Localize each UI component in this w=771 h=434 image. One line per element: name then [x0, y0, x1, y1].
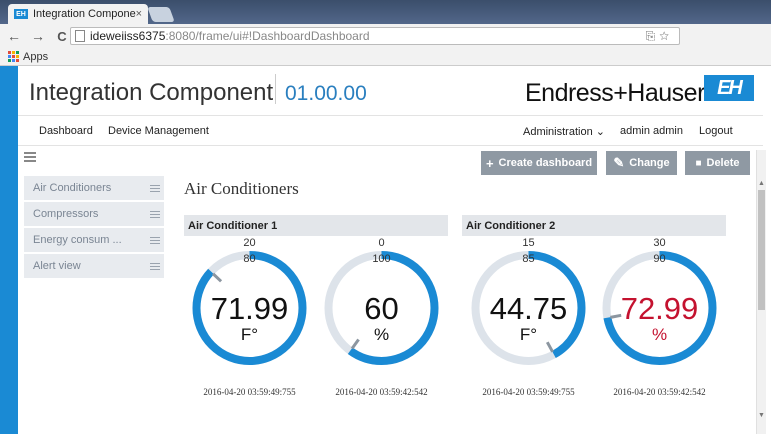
gauge-max: 100	[372, 253, 391, 265]
change-label: Change	[629, 157, 670, 169]
gauge-value: 60	[364, 291, 399, 326]
app-title: Integration Component	[29, 79, 274, 106]
menu-dashboard[interactable]: Dashboard	[39, 125, 93, 137]
apps-icon[interactable]	[8, 51, 19, 62]
delete-button[interactable]: ■ Delete	[685, 151, 750, 175]
new-tab-button[interactable]	[147, 7, 175, 22]
drag-handle-icon[interactable]	[150, 209, 160, 220]
gauge-min: 0	[378, 237, 385, 249]
create-dashboard-button[interactable]: + Create dashboard	[481, 151, 597, 175]
pencil-icon: ✎	[613, 155, 625, 170]
plus-icon: +	[485, 155, 494, 171]
close-icon[interactable]: ×	[136, 8, 142, 20]
sidebar-item-label: Alert view	[33, 260, 81, 272]
gauge-ac2-humidity: 30 90 72.99 % 2016-04-20 03:59:42:542	[601, 237, 718, 397]
scroll-down-icon[interactable]: ▼	[758, 412, 765, 419]
sidebar-item-alert-view[interactable]: Alert view	[24, 254, 164, 278]
gauge-unit: F°	[519, 325, 538, 344]
gauge-value: 72.99	[620, 291, 699, 326]
drag-handle-icon[interactable]	[150, 183, 160, 194]
gauge-marker	[212, 272, 223, 283]
gauge-min: 20	[243, 237, 256, 249]
gauge-unit: F°	[240, 325, 259, 344]
main-menu: Dashboard Device Management Administrati…	[18, 116, 763, 146]
back-icon[interactable]: ←	[4, 26, 24, 46]
menu-user[interactable]: admin admin	[620, 125, 683, 137]
drag-handle-icon[interactable]	[150, 235, 160, 246]
scrollbar[interactable]: ▲ ▼	[756, 150, 766, 434]
gauge-max: 85	[522, 253, 535, 265]
bookmark-apps[interactable]: Apps	[23, 51, 48, 63]
sidebar-item-air-conditioners[interactable]: Air Conditioners	[24, 176, 164, 200]
sidebar-item-label: Energy consum ...	[33, 234, 122, 246]
panel-title-ac1: Air Conditioner 1	[184, 215, 448, 236]
gauge-timestamp: 2016-04-20 03:59:42:542	[613, 387, 706, 397]
sidebar-item-label: Air Conditioners	[33, 182, 112, 194]
scroll-up-icon[interactable]: ▲	[758, 180, 765, 187]
url-host: ideweiiss6375	[90, 29, 166, 43]
page-title: Air Conditioners	[184, 179, 299, 198]
trash-icon: ■	[695, 157, 702, 169]
menu-device-management[interactable]: Device Management	[108, 125, 209, 137]
gauge-ac1-humidity: 0 100 60 % 2016-04-20 03:59:42:542	[323, 237, 440, 397]
brand-name: Endress+Hauser	[525, 79, 705, 107]
gauge-timestamp: 2016-04-20 03:59:42:542	[335, 387, 428, 397]
favicon-icon: EH	[14, 9, 28, 19]
header-divider	[275, 74, 276, 104]
sidebar: Air Conditioners Compressors Energy cons…	[24, 176, 164, 280]
url-path: :8080/frame/ui#!DashboardDashboard	[165, 29, 370, 43]
reload-icon[interactable]: C	[52, 26, 72, 46]
sidebar-item-energy-consumption[interactable]: Energy consum ...	[24, 228, 164, 252]
hamburger-icon[interactable]	[24, 152, 36, 164]
gauge-ac1-temperature: 20 80 71.99 F° 2016-04-20 03:59:49:755	[191, 237, 308, 397]
gauge-timestamp: 2016-04-20 03:59:49:755	[203, 387, 296, 397]
gauge-min: 15	[522, 237, 535, 249]
app-header: Integration Component 01.00.00 Endress+H…	[18, 66, 763, 116]
bookmark-star-icon[interactable]: ⎘☆	[646, 29, 673, 44]
change-button[interactable]: ✎ Change	[606, 151, 677, 175]
gauge-ac2-temperature: 15 85 44.75 F° 2016-04-20 03:59:49:755	[470, 237, 587, 397]
page-icon	[75, 30, 85, 42]
sidebar-item-label: Compressors	[33, 208, 99, 220]
browser-toolbar: ← → C ideweiiss6375:8080/frame/ui#!Dashb…	[0, 24, 771, 48]
sidebar-item-compressors[interactable]: Compressors	[24, 202, 164, 226]
accent-bar	[0, 66, 18, 434]
gauge-max: 80	[243, 253, 256, 265]
browser-chrome: EH Integration Component × ← → C ideweii…	[0, 0, 771, 66]
tab-title: Integration Component	[33, 8, 136, 20]
app-version: 01.00.00	[285, 82, 367, 105]
gauge-unit: %	[373, 325, 390, 344]
gauge-min: 30	[653, 237, 666, 249]
gauge-max: 90	[653, 253, 666, 265]
gauge-timestamp: 2016-04-20 03:59:49:755	[482, 387, 575, 397]
panel-title-ac2: Air Conditioner 2	[462, 215, 726, 236]
bookmarks-bar: Apps	[0, 48, 771, 66]
menu-logout[interactable]: Logout	[699, 125, 733, 137]
gauge-unit: %	[651, 325, 668, 344]
forward-icon[interactable]: →	[28, 26, 48, 46]
tab-strip: EH Integration Component ×	[0, 0, 771, 24]
gauge-value: 44.75	[489, 291, 568, 326]
menu-administration[interactable]: Administration ⌄	[523, 125, 605, 138]
gauge-value: 71.99	[210, 291, 289, 326]
brand-logo: EH	[704, 75, 754, 101]
create-dashboard-label: Create dashboard	[498, 157, 593, 169]
delete-label: Delete	[706, 157, 740, 169]
address-bar[interactable]: ideweiiss6375:8080/frame/ui#!DashboardDa…	[70, 27, 680, 45]
drag-handle-icon[interactable]	[150, 261, 160, 272]
browser-tab[interactable]: EH Integration Component ×	[8, 4, 148, 24]
scroll-thumb[interactable]	[758, 190, 765, 310]
